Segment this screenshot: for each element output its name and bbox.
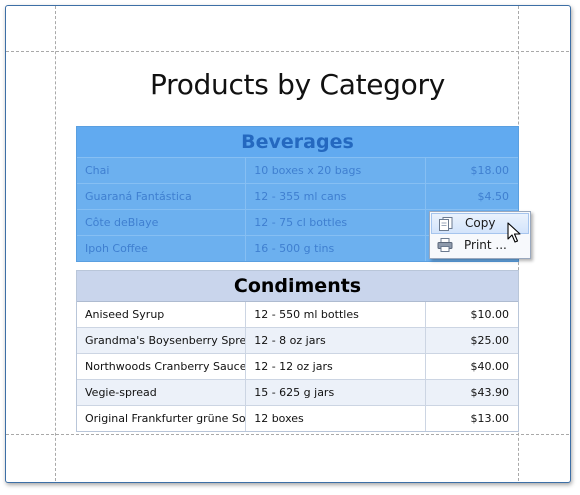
table-row[interactable]: Guaraná Fantástica 12 - 355 ml cans $4.5…: [77, 183, 518, 209]
price-cell: $18.00: [470, 164, 509, 177]
mouse-cursor-icon: [507, 222, 521, 243]
margin-guide-top: [6, 51, 569, 52]
price-cell: $43.90: [470, 386, 509, 399]
copy-icon: [439, 217, 453, 231]
product-name-cell: Northwoods Cranberry Sauce: [77, 354, 247, 379]
price-cell: $13.00: [470, 412, 509, 425]
table-row[interactable]: Aniseed Syrup 12 - 550 ml bottles $10.00: [77, 302, 518, 327]
table-row[interactable]: Grandma's Boysenberry Spread 12 - 8 oz j…: [77, 327, 518, 353]
quantity-cell: 10 boxes x 20 bags: [246, 158, 427, 183]
printer-icon: [437, 238, 453, 252]
group-header[interactable]: Condiments: [77, 271, 518, 302]
product-name-cell: Chai: [77, 158, 247, 183]
product-name-cell: Ipoh Coffee: [77, 236, 247, 261]
menu-item-label: Copy: [465, 216, 496, 230]
table-row[interactable]: Original Frankfurter grüne Soße 12 boxes…: [77, 405, 518, 431]
group-header[interactable]: Beverages: [77, 127, 518, 157]
price-cell: $4.50: [477, 190, 509, 203]
quantity-cell: 12 - 75 cl bottles: [246, 210, 427, 235]
margin-guide-bottom: [6, 434, 569, 435]
product-name-cell: Original Frankfurter grüne Soße: [77, 406, 247, 431]
table-row[interactable]: Vegie-spread 15 - 625 g jars $43.90: [77, 379, 518, 405]
price-cell: $40.00: [470, 360, 509, 373]
product-name-cell: Côte deBlaye: [77, 210, 247, 235]
quantity-cell: 12 - 550 ml bottles: [246, 302, 427, 327]
table-row[interactable]: Chai 10 boxes x 20 bags $18.00: [77, 157, 518, 183]
quantity-cell: 12 - 8 oz jars: [246, 328, 427, 353]
price-cell: $10.00: [470, 308, 509, 321]
quantity-cell: 12 - 12 oz jars: [246, 354, 427, 379]
product-name-cell: Vegie-spread: [77, 380, 247, 405]
quantity-cell: 15 - 625 g jars: [246, 380, 427, 405]
table-row[interactable]: Northwoods Cranberry Sauce 12 - 12 oz ja…: [77, 353, 518, 379]
quantity-cell: 16 - 500 g tins: [246, 236, 427, 261]
quantity-cell: 12 - 355 ml cans: [246, 184, 427, 209]
margin-guide-left: [55, 6, 56, 481]
price-cell: $25.00: [470, 334, 509, 347]
product-name-cell: Guaraná Fantástica: [77, 184, 247, 209]
group-condiments[interactable]: Condiments Aniseed Syrup 12 - 550 ml bot…: [76, 270, 519, 432]
quantity-cell: 12 boxes: [246, 406, 427, 431]
menu-item-label: Print ...: [464, 238, 507, 252]
product-name-cell: Aniseed Syrup: [77, 302, 247, 327]
report-title: Products by Category: [150, 68, 445, 101]
product-name-cell: Grandma's Boysenberry Spread: [77, 328, 247, 353]
